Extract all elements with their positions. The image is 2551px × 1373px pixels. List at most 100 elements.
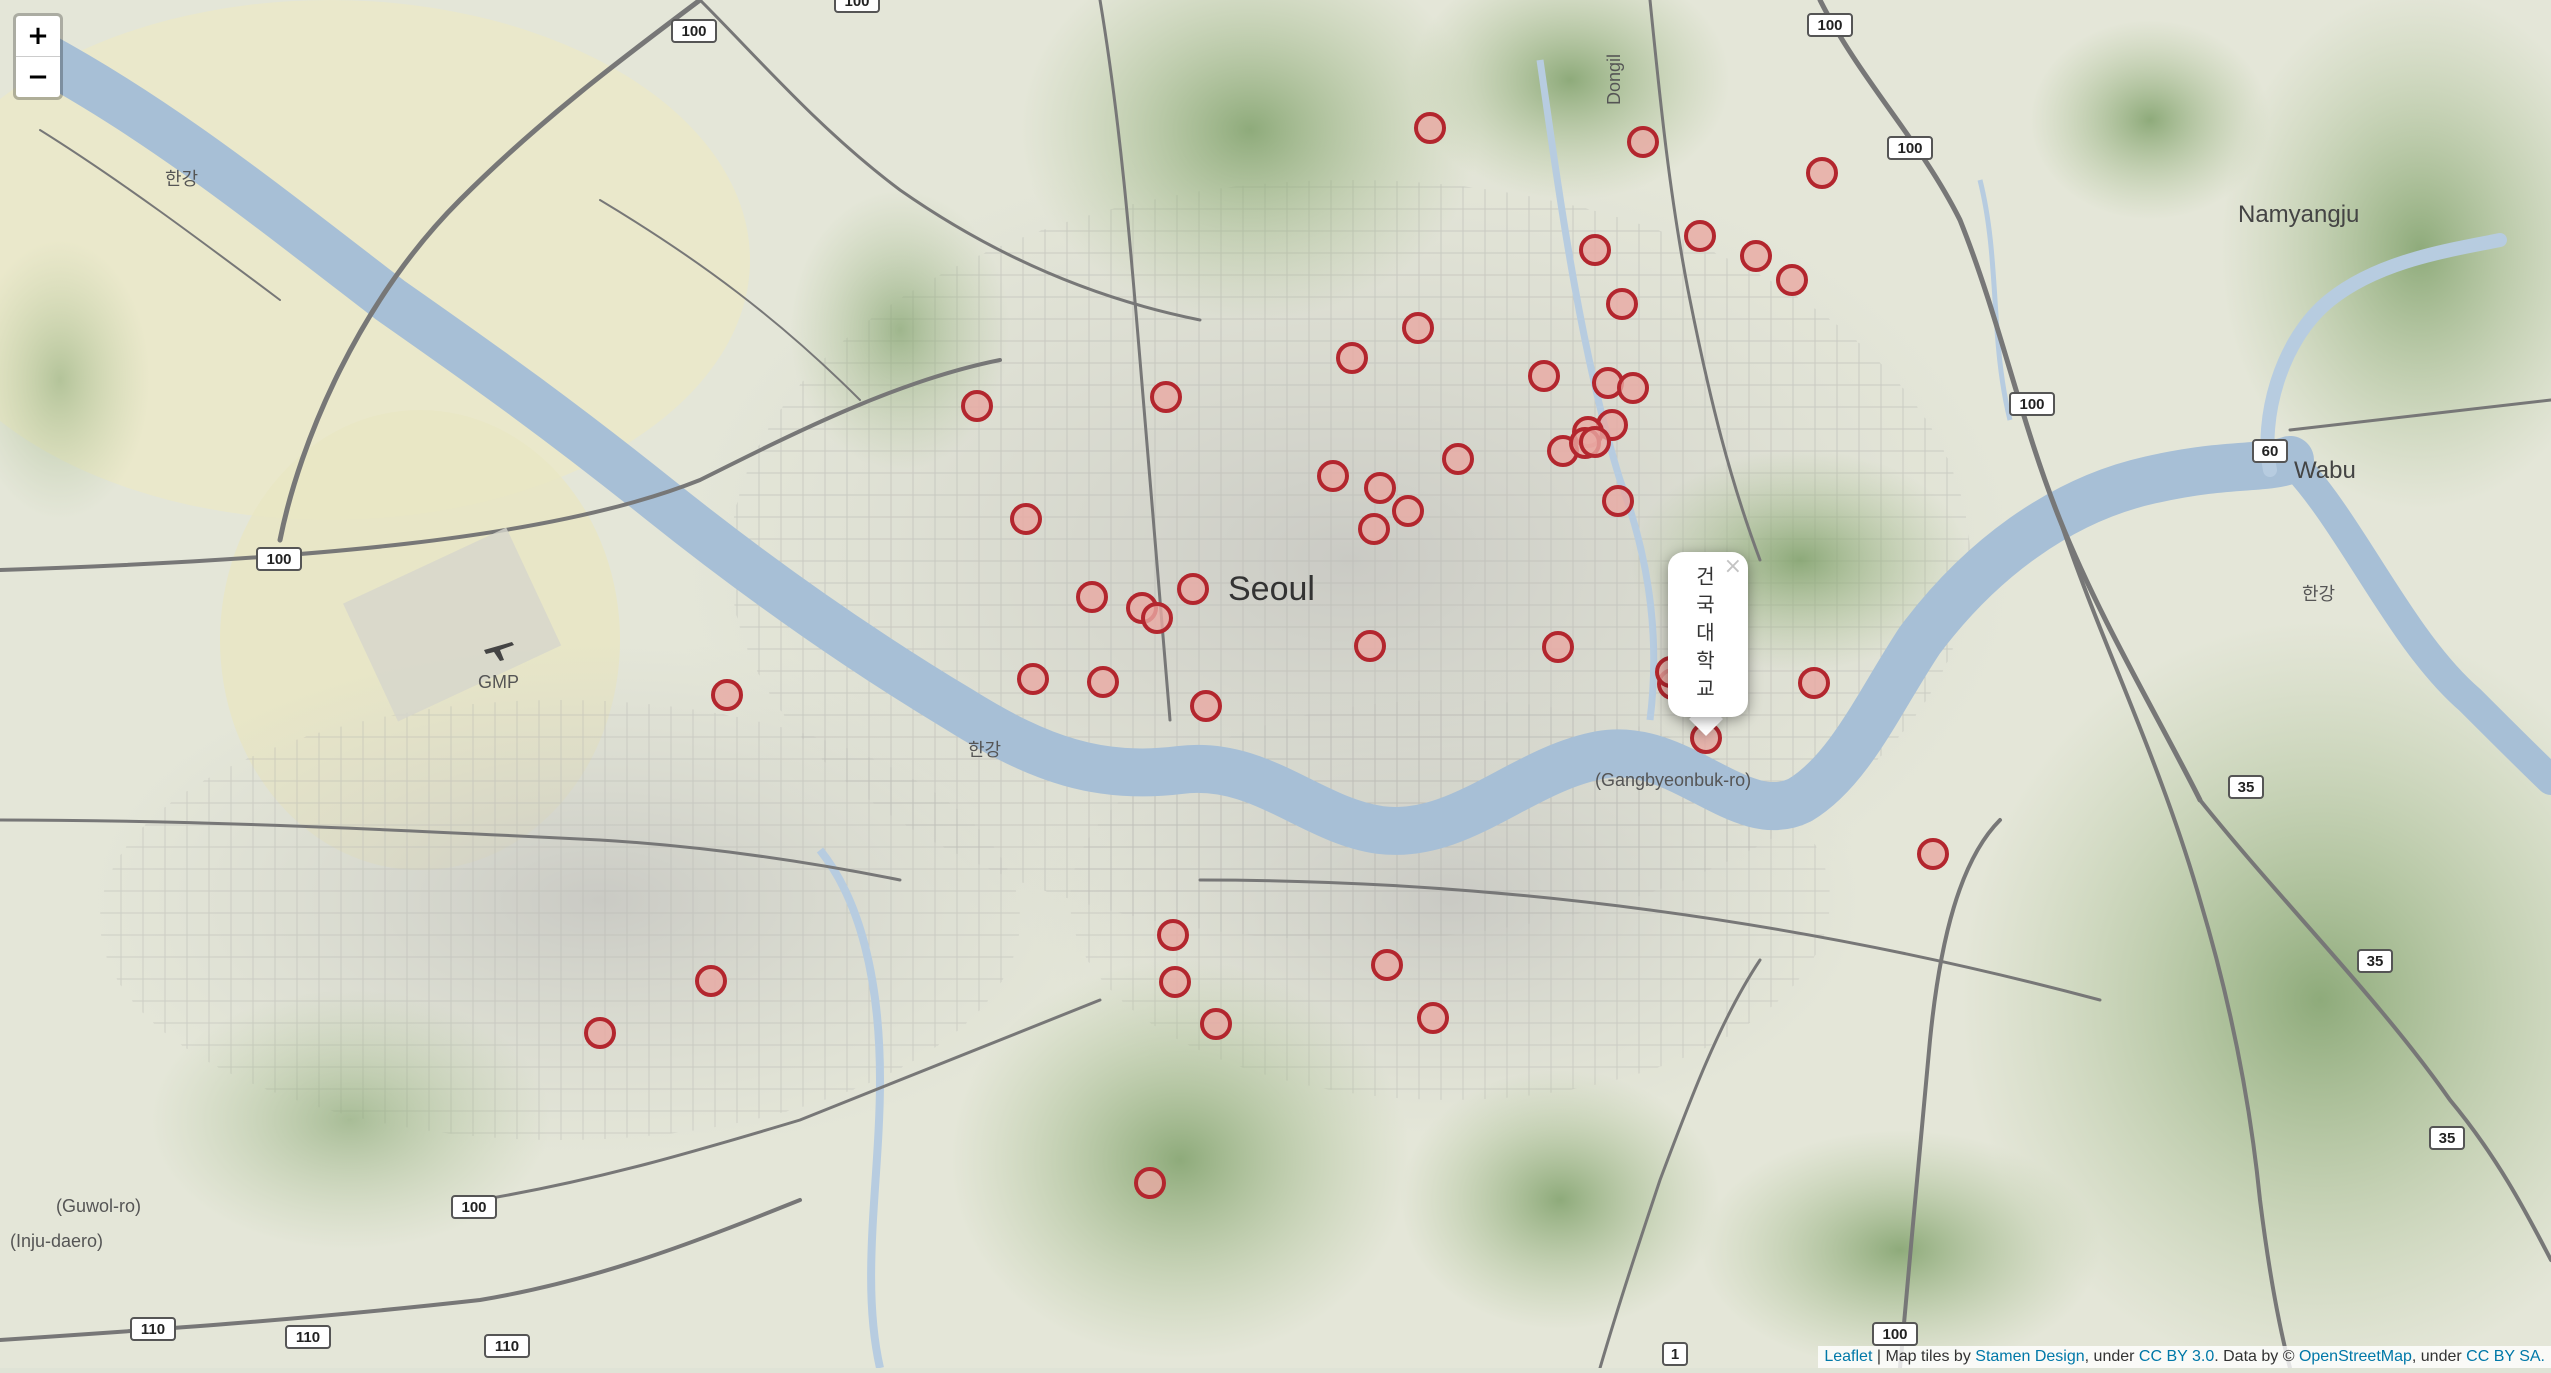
map-marker[interactable] [1392,495,1424,527]
map-marker[interactable] [1579,426,1611,458]
map-marker[interactable] [1159,966,1191,998]
label-han-river-1: 한강 [165,169,198,189]
leaflet-link[interactable]: Leaflet [1824,1348,1872,1365]
map-marker[interactable] [1364,472,1396,504]
shield-110-c: 110 [484,1334,530,1358]
map-marker[interactable] [1200,1008,1232,1040]
shield-35-c: 35 [2429,1126,2465,1150]
map-marker[interactable] [1358,513,1390,545]
map-marker[interactable] [1010,503,1042,535]
map-marker[interactable] [1798,667,1830,699]
map-marker[interactable] [1684,220,1716,252]
svg-text:100: 100 [681,23,706,40]
svg-text:100: 100 [2019,396,2044,413]
map-marker[interactable] [961,390,993,422]
map-marker[interactable] [1627,126,1659,158]
shield-35-a: 35 [2228,775,2264,799]
map-marker[interactable] [1157,919,1189,951]
label-gangbyeonbuk: (Gangbyeonbuk-ro) [1595,770,1751,790]
map-marker[interactable] [1776,264,1808,296]
attribution-sep-1: | Map tiles by [1872,1348,1976,1365]
shield-100-a: 100 [671,19,717,43]
map-marker[interactable] [1740,240,1772,272]
label-injudaero: (Inju-daero) [10,1231,103,1251]
shield-100-g: 100 [451,1195,497,1219]
map-marker[interactable] [1354,630,1386,662]
map-marker[interactable] [695,965,727,997]
shield-60: 60 [2252,439,2288,463]
map-attribution: Leaflet | Map tiles by Stamen Design, un… [1818,1346,2551,1368]
map-marker[interactable] [1076,581,1108,613]
shield-110-a: 110 [130,1317,176,1341]
zoom-control: + − [13,13,63,100]
map-marker[interactable] [1087,666,1119,698]
map-canvas[interactable]: Seoul Namyangju Wabu GMP 한강 한강 한강 (Gangb… [0,0,2551,1373]
shield-100-e: 100 [2009,392,2055,416]
svg-text:110: 110 [296,1329,320,1346]
marker-popup: × 건국대학교 [1668,552,1748,717]
svg-text:100: 100 [1897,140,1922,157]
cc-by-link[interactable]: CC BY 3.0 [2139,1348,2214,1365]
svg-text:100: 100 [1817,17,1842,34]
shield-100-h: 100 [1872,1322,1918,1346]
label-wabu: Wabu [2294,457,2356,484]
map-marker[interactable] [1806,157,1838,189]
label-han-river-3: 한강 [2302,584,2335,604]
popup-close-button[interactable]: × [1724,554,1742,579]
map-marker[interactable] [1528,360,1560,392]
label-seoul: Seoul [1228,570,1315,608]
zoom-in-button[interactable]: + [16,16,60,56]
svg-text:100: 100 [461,1199,486,1216]
map-marker[interactable] [1134,1167,1166,1199]
popup-text: 건국대학교 [1692,566,1716,706]
map-marker[interactable] [1542,631,1574,663]
map-marker[interactable] [1414,112,1446,144]
map-marker[interactable] [1617,372,1649,404]
label-han-river-2: 한강 [968,740,1001,760]
svg-text:35: 35 [2238,779,2255,796]
label-gmp: GMP [478,672,519,692]
shield-100-b: 100 [834,0,880,13]
shield-35-b: 35 [2357,949,2393,973]
svg-text:1: 1 [1671,1346,1679,1363]
shield-100-c: 100 [1807,13,1853,37]
map-marker[interactable] [1317,460,1349,492]
label-namyangju: Namyangju [2238,201,2359,228]
shield-100-f: 100 [256,547,302,571]
zoom-out-button[interactable]: − [16,56,60,97]
map-tiles: Seoul Namyangju Wabu GMP 한강 한강 한강 (Gangb… [0,0,2551,1373]
map-marker[interactable] [1150,381,1182,413]
attribution-sep-2: , under [2084,1348,2139,1365]
stamen-link[interactable]: Stamen Design [1975,1348,2084,1365]
shield-110-b: 110 [285,1325,331,1349]
map-marker[interactable] [584,1017,616,1049]
cc-by-sa-link[interactable]: CC BY SA. [2466,1348,2545,1365]
attribution-sep-4: , under [2411,1348,2467,1365]
map-marker[interactable] [1417,1002,1449,1034]
label-guwol: (Guwol-ro) [56,1196,141,1216]
map-marker[interactable] [1602,485,1634,517]
map-marker[interactable] [1579,234,1611,266]
svg-text:110: 110 [495,1338,519,1355]
map-marker[interactable] [1917,838,1949,870]
svg-text:60: 60 [2262,443,2279,460]
map-marker[interactable] [1141,602,1173,634]
map-marker[interactable] [1336,342,1368,374]
svg-text:35: 35 [2439,1130,2456,1147]
shield-100-d: 100 [1887,136,1933,160]
shield-1: 1 [1662,1342,1688,1366]
svg-text:110: 110 [141,1321,165,1338]
map-marker[interactable] [1177,573,1209,605]
map-marker[interactable] [1442,443,1474,475]
svg-text:35: 35 [2367,953,2384,970]
map-marker[interactable] [711,679,743,711]
attribution-sep-3: . Data by © [2214,1348,2299,1365]
map-marker[interactable] [1371,949,1403,981]
osm-link[interactable]: OpenStreetMap [2299,1348,2412,1365]
svg-text:100: 100 [266,551,291,568]
map-marker[interactable] [1402,312,1434,344]
svg-text:100: 100 [1882,1326,1907,1343]
map-marker[interactable] [1190,690,1222,722]
map-marker[interactable] [1606,288,1638,320]
map-marker[interactable] [1017,663,1049,695]
